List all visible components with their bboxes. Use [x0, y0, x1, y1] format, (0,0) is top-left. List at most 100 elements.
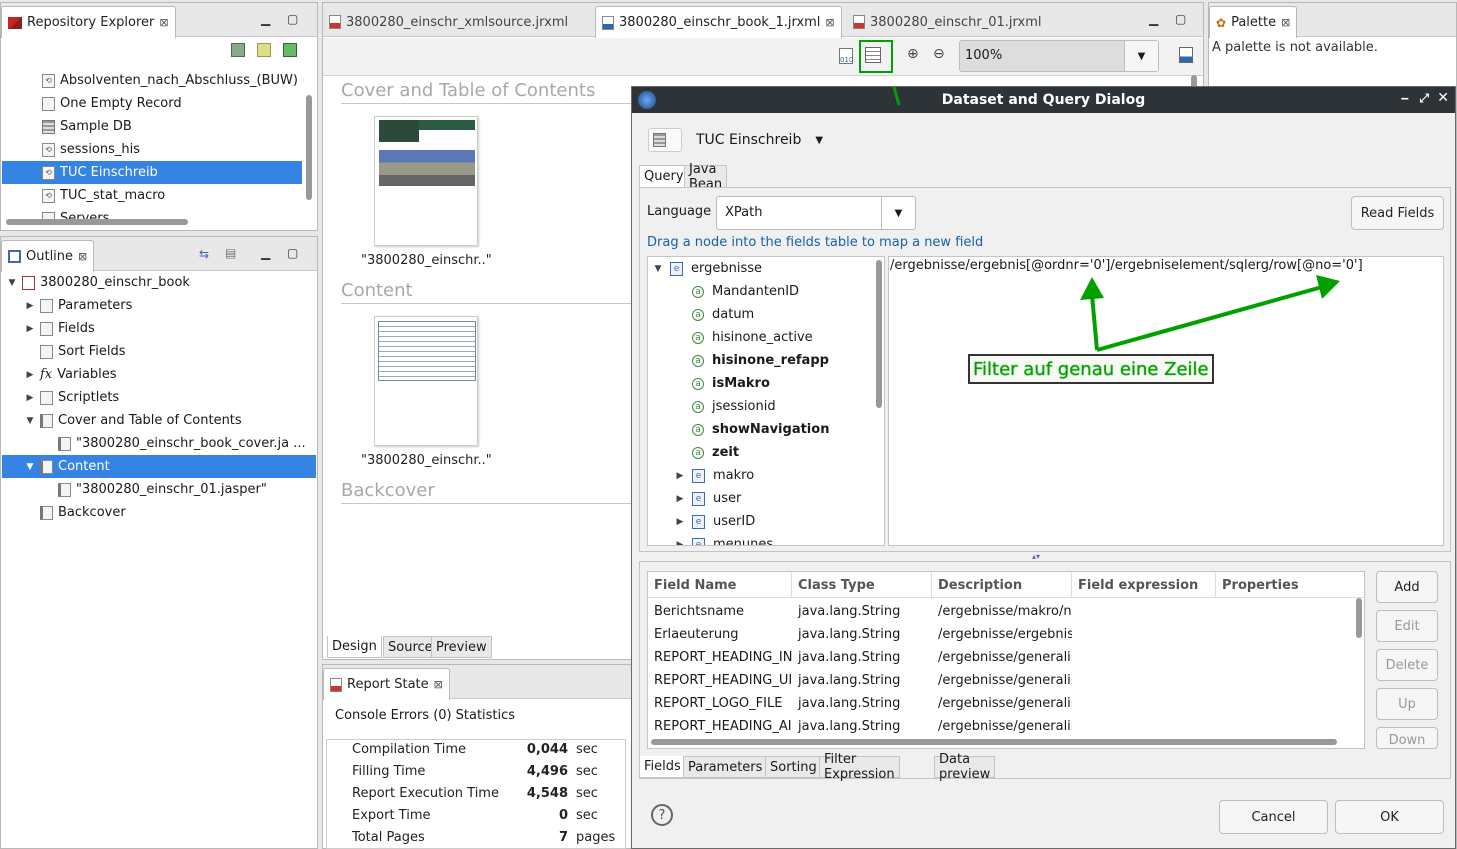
- datasource-selector[interactable]: TUC Einschreib ▼: [648, 127, 823, 153]
- zoom-dropdown-button[interactable]: ▼: [1124, 41, 1158, 71]
- table-row[interactable]: REPORT_HEADING_IN java.lang.String/ergebn…: [648, 646, 1348, 669]
- subtab-errors[interactable]: Errors (0): [391, 708, 452, 723]
- outline-options-icon[interactable]: ▤: [225, 246, 236, 260]
- outline-item[interactable]: ▶ Fields: [2, 317, 316, 340]
- repo-hscroll[interactable]: [6, 219, 188, 225]
- restore-icon[interactable]: ⤢: [1419, 91, 1429, 106]
- table-row[interactable]: REPORT_HEADING_UI java.lang.String/ergebn…: [648, 669, 1348, 692]
- cancel-button[interactable]: Cancel: [1219, 800, 1328, 834]
- fields-vscroll[interactable]: [1356, 598, 1362, 638]
- collapsed-twisty-icon[interactable]: ▶: [24, 393, 36, 403]
- zoom-combo[interactable]: 100% ▼: [959, 40, 1159, 72]
- query-editor[interactable]: /ergebnisse/ergebnis[@ordnr='0']/ergebni…: [888, 256, 1444, 546]
- language-dropdown-button[interactable]: ▼: [881, 197, 915, 229]
- down-button[interactable]: Down: [1376, 727, 1438, 749]
- xml-node[interactable]: a zeit: [648, 441, 884, 464]
- tab-file[interactable]: 3800280_einschr_xmlsource.jrxml: [323, 6, 574, 38]
- edit-button[interactable]: Edit: [1376, 610, 1438, 642]
- close-icon[interactable]: ⊠: [1281, 16, 1290, 29]
- table-row[interactable]: Erlaeuterung java.lang.String/ergebnisse/…: [648, 623, 1348, 646]
- expanded-twisty-icon[interactable]: ▼: [652, 264, 664, 274]
- connect-icon[interactable]: [257, 43, 271, 57]
- xml-node[interactable]: a showNavigation: [648, 418, 884, 441]
- close-icon[interactable]: ⊠: [159, 16, 168, 29]
- tab-palette[interactable]: ✿ Palette ⊠: [1209, 6, 1298, 38]
- tab-source[interactable]: Source: [383, 636, 438, 658]
- xml-tree-vscroll[interactable]: [876, 260, 882, 408]
- import-icon[interactable]: [283, 43, 297, 57]
- close-icon[interactable]: ⊠: [78, 250, 87, 263]
- collapse-all-icon[interactable]: ⇆: [199, 247, 209, 261]
- new-datasource-icon[interactable]: [231, 43, 245, 57]
- outline-item[interactable]: "3800280_einschr_01.jasper": [2, 478, 316, 501]
- tab-file[interactable]: 3800280_einschr_book_1.jrxml ⊠: [595, 6, 842, 38]
- read-fields-button[interactable]: Read Fields: [1351, 196, 1444, 230]
- xml-node[interactable]: ▼ e ergebnisse: [648, 257, 884, 280]
- outline-item[interactable]: Backcover: [2, 501, 316, 524]
- outline-item[interactable]: ▶ Parameters: [2, 294, 316, 317]
- export-icon[interactable]: [1179, 47, 1193, 63]
- xml-node[interactable]: ▶ e userID: [648, 510, 884, 533]
- minimize-icon[interactable]: ▁: [261, 12, 270, 26]
- tab-outline[interactable]: Outline ⊠: [1, 240, 95, 272]
- collapsed-twisty-icon[interactable]: ▶: [674, 540, 686, 546]
- xml-node[interactable]: a jsessionid: [648, 395, 884, 418]
- xml-node[interactable]: a MandantenID: [648, 280, 884, 303]
- repo-item[interactable]: One Empty Record: [2, 92, 302, 115]
- collapsed-twisty-icon[interactable]: ▶: [674, 494, 686, 504]
- content-page-thumbnail[interactable]: [374, 316, 478, 446]
- language-combo[interactable]: XPath ▼: [716, 196, 916, 230]
- table-row[interactable]: REPORT_HEADING_AI java.lang.String/ergebn…: [648, 715, 1348, 738]
- repo-item[interactable]: ⟲ Absolventen_nach_Abschluss_(BUW): [2, 69, 302, 92]
- minimize-icon[interactable]: ‒: [1401, 91, 1409, 105]
- zoom-out-icon[interactable]: ⊖: [933, 46, 945, 62]
- xml-node[interactable]: a datum: [648, 303, 884, 326]
- tab-sorting[interactable]: Sorting: [765, 756, 822, 778]
- outline-item[interactable]: ▼ Cover and Table of Contents: [2, 409, 316, 432]
- repo-item[interactable]: ⟲ TUC Einschreib: [2, 161, 302, 184]
- cover-page-thumbnail[interactable]: [374, 116, 478, 246]
- subtab-console[interactable]: Console: [335, 708, 387, 723]
- outline-item[interactable]: ▶ fx Variables: [2, 363, 316, 386]
- column-header[interactable]: Field Name: [648, 572, 792, 598]
- expanded-twisty-icon[interactable]: ▼: [24, 416, 36, 426]
- dataset-icon[interactable]: 010: [839, 48, 853, 64]
- collapsed-twisty-icon[interactable]: ▶: [24, 370, 36, 380]
- maximize-icon[interactable]: ▢: [287, 12, 298, 26]
- outline-item[interactable]: Sort Fields: [2, 340, 316, 363]
- maximize-icon[interactable]: ▢: [287, 246, 298, 260]
- expanded-twisty-icon[interactable]: ▼: [24, 462, 36, 472]
- repo-item[interactable]: ⟲ TUC_stat_macro: [2, 184, 302, 207]
- column-header[interactable]: Description: [932, 572, 1072, 598]
- ok-button[interactable]: OK: [1335, 800, 1444, 834]
- collapsed-twisty-icon[interactable]: ▶: [24, 301, 36, 311]
- repo-item[interactable]: Servers: [2, 207, 302, 219]
- help-icon[interactable]: ?: [651, 804, 673, 826]
- minimize-icon[interactable]: ▁: [1149, 12, 1158, 26]
- tab-design[interactable]: Design: [327, 636, 382, 658]
- tab-filter-expression[interactable]: Filter Expression: [819, 752, 900, 782]
- minimize-icon[interactable]: ▁: [261, 246, 270, 260]
- fields-hscroll[interactable]: [651, 739, 1337, 745]
- tab-data-preview[interactable]: Data preview: [934, 752, 996, 782]
- delete-button[interactable]: Delete: [1376, 649, 1438, 681]
- xml-node[interactable]: a hisinone_active: [648, 326, 884, 349]
- repo-item[interactable]: Sample DB: [2, 115, 302, 138]
- zoom-in-icon[interactable]: ⊕: [907, 46, 919, 62]
- sash-handle-icon[interactable]: ▴▾: [1032, 552, 1040, 561]
- xml-node[interactable]: ▶ e menunes: [648, 533, 884, 546]
- repo-vscroll[interactable]: [306, 95, 312, 200]
- tab-preview[interactable]: Preview: [431, 636, 492, 658]
- add-button[interactable]: Add: [1376, 571, 1438, 603]
- subtab-statistics[interactable]: Statistics: [456, 708, 515, 723]
- outline-item[interactable]: "3800280_einschr_book_cover.ja ...: [2, 432, 316, 455]
- table-row[interactable]: REPORT_LOGO_FILE java.lang.String/ergebni…: [648, 692, 1348, 715]
- close-icon[interactable]: ⊠: [434, 678, 443, 691]
- xml-node[interactable]: ▶ e user: [648, 487, 884, 510]
- tab-fields[interactable]: Fields: [639, 756, 686, 778]
- up-button[interactable]: Up: [1376, 688, 1438, 720]
- column-header[interactable]: Properties: [1216, 572, 1364, 598]
- xml-node[interactable]: ▶ e makro: [648, 464, 884, 487]
- tab-query[interactable]: Query: [639, 165, 689, 187]
- outline-item[interactable]: ▶ Scriptlets: [2, 386, 316, 409]
